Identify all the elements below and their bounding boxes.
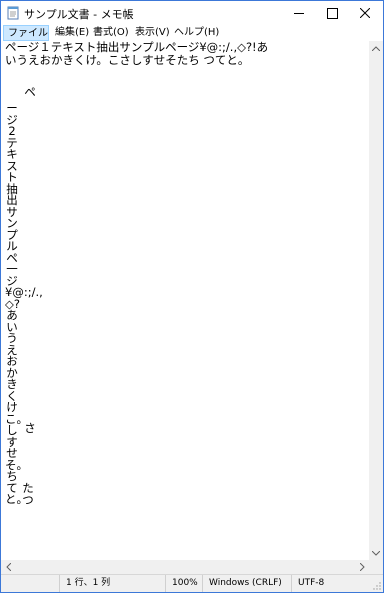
minimize-button[interactable] bbox=[282, 1, 316, 25]
notepad-icon bbox=[7, 6, 19, 20]
chevron-left-icon bbox=[5, 563, 11, 571]
vertical-text-b: ージ2テキスト抽出サンプルペ一ジ¥@:;/.,◇?あいうえおかきくけこ。しすせそ… bbox=[5, 101, 43, 506]
menu-format[interactable]: 書式(O) bbox=[93, 25, 129, 41]
text-line-2: いうえおかきくけ。こさしすせそたち つてと。 bbox=[5, 53, 250, 67]
menu-edit[interactable]: 編集(E) bbox=[55, 25, 89, 41]
window-title: サンプル文書 - メモ帳 bbox=[24, 8, 134, 21]
status-zoom: 100% bbox=[165, 575, 202, 592]
title-bar[interactable]: サンプル文書 - メモ帳 bbox=[1, 1, 383, 25]
maximize-icon bbox=[326, 7, 338, 19]
status-cursor-position: 1 行、1 列 bbox=[59, 575, 165, 592]
status-bar: 1 行、1 列 100% Windows (CRLF) UTF-8 bbox=[1, 574, 383, 592]
vertical-text-a: ペ bbox=[24, 85, 36, 99]
close-button[interactable] bbox=[348, 1, 382, 25]
vertical-text-d: たつ bbox=[22, 481, 34, 507]
status-encoding: UTF-8 bbox=[291, 575, 371, 592]
vertical-text-c: さ bbox=[24, 421, 36, 435]
scroll-right-button[interactable] bbox=[355, 560, 369, 574]
menu-view[interactable]: 表示(V) bbox=[135, 25, 170, 41]
horizontal-scrollbar[interactable] bbox=[1, 560, 369, 574]
close-icon bbox=[360, 8, 370, 18]
menu-help[interactable]: ヘルプ(H) bbox=[174, 25, 219, 41]
menu-file[interactable]: ファイル(F) bbox=[3, 25, 49, 55]
scroll-left-button[interactable] bbox=[1, 560, 15, 574]
chevron-down-icon bbox=[372, 550, 380, 556]
menu-bar: ファイル(F) 編集(E) 書式(O) 表示(V) ヘルプ(H) bbox=[1, 25, 383, 55]
status-line-ending: Windows (CRLF) bbox=[202, 575, 291, 592]
vertical-scrollbar[interactable] bbox=[369, 41, 383, 560]
text-editor[interactable]: ページ１テキスト抽出サンプルページ¥@:;/.,◇?!あ いうえおかきくけ。こさ… bbox=[1, 41, 369, 560]
maximize-button[interactable] bbox=[315, 1, 349, 25]
scroll-up-button[interactable] bbox=[369, 41, 383, 55]
minimize-icon bbox=[294, 12, 304, 14]
resize-grip-icon[interactable] bbox=[373, 582, 381, 590]
scrollbar-corner bbox=[369, 560, 383, 574]
chevron-up-icon bbox=[372, 45, 380, 51]
notepad-window: サンプル文書 - メモ帳 ファイル(F) 編集(E) 書式(O) 表示(V) ヘ… bbox=[0, 0, 384, 593]
scroll-down-button[interactable] bbox=[369, 546, 383, 560]
chevron-right-icon bbox=[359, 563, 365, 571]
